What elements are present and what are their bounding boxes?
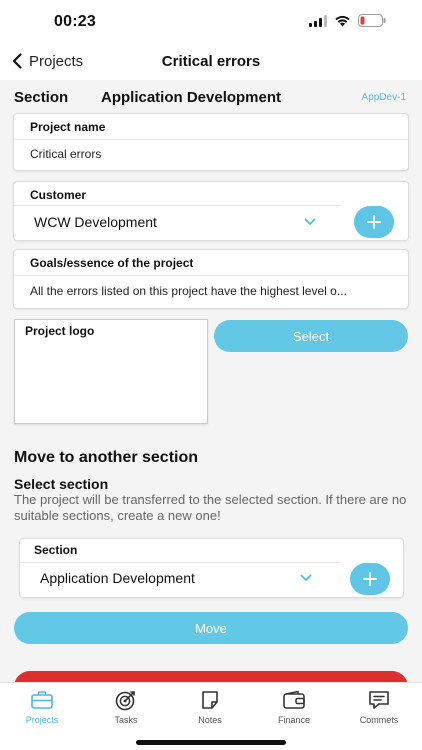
move-button[interactable]: Move <box>14 612 408 644</box>
goals-label: Goals/essence of the project <box>30 256 194 270</box>
divider <box>14 275 408 276</box>
note-icon <box>202 691 218 709</box>
move-section-card: Section Application Development <box>20 539 403 597</box>
tab-finance[interactable]: Finance <box>259 689 329 725</box>
nav-bar: Projects Critical errors <box>0 44 422 80</box>
chat-icon <box>369 691 389 709</box>
project-logo-label: Project logo <box>25 324 95 338</box>
tab-label: Finance <box>277 715 311 725</box>
wifi-icon <box>335 15 350 26</box>
tab-tasks[interactable]: Tasks <box>91 689 161 725</box>
project-name-label: Project name <box>30 120 106 134</box>
battery-icon <box>358 14 386 27</box>
tab-label: Projects <box>25 715 59 725</box>
add-customer-button[interactable] <box>354 206 394 238</box>
move-heading: Move to another section <box>14 449 199 466</box>
tab-label: Notes <box>198 715 222 725</box>
divider <box>14 139 408 140</box>
tab-notes[interactable]: Notes <box>175 689 245 725</box>
divider <box>14 205 342 206</box>
section-label: Section <box>14 89 69 106</box>
customer-select[interactable]: WCW Development <box>34 214 157 230</box>
move-help-text: The project will be transferred to the s… <box>14 492 407 523</box>
section-code: AppDev-1 <box>361 92 406 103</box>
add-section-button[interactable] <box>350 563 390 595</box>
project-logo-box[interactable]: Project logo <box>14 319 208 424</box>
tab-label: Commets <box>359 715 399 725</box>
chevron-down-icon[interactable] <box>304 218 316 226</box>
plus-icon <box>363 572 377 586</box>
tab-comments[interactable]: Commets <box>344 689 414 725</box>
status-time: 00:23 <box>54 13 96 30</box>
status-bar: 00:23 <box>0 0 422 44</box>
status-icons <box>309 14 386 27</box>
wallet-icon <box>283 690 305 709</box>
goals-card: Goals/essence of the project All the err… <box>14 250 408 308</box>
select-section-heading: Select section <box>14 476 109 492</box>
section-value: Application Development <box>101 89 282 106</box>
customer-label: Customer <box>30 188 87 202</box>
customer-card: Customer WCW Development <box>14 182 408 240</box>
chevron-down-icon[interactable] <box>300 574 312 582</box>
tab-label: Tasks <box>114 715 138 725</box>
page-title: Critical errors <box>161 53 261 70</box>
briefcase-icon <box>31 691 53 709</box>
plus-icon <box>367 215 381 229</box>
move-section-label: Section <box>34 543 78 557</box>
target-icon <box>115 691 135 711</box>
goals-input[interactable]: All the errors listed on this project ha… <box>30 284 396 298</box>
move-section-select[interactable]: Application Development <box>40 570 195 586</box>
section-row: Section Application Development AppDev-1 <box>14 89 408 109</box>
select-logo-button[interactable]: Select <box>214 320 408 352</box>
tab-projects[interactable]: Projects <box>7 689 77 725</box>
project-name-card: Project name Critical errors <box>14 114 408 170</box>
divider <box>20 562 341 563</box>
cellular-signal-icon <box>309 14 327 27</box>
home-indicator <box>136 740 286 745</box>
project-name-input[interactable]: Critical errors <box>30 147 101 161</box>
